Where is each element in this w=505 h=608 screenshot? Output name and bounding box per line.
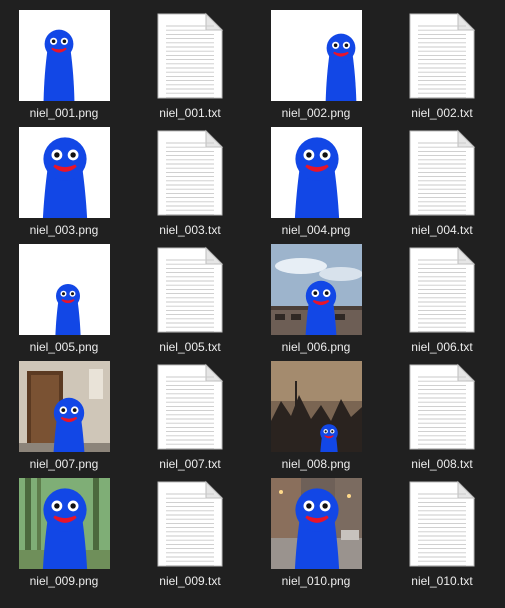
file-name-label: niel_009.txt xyxy=(159,574,221,588)
document-icon xyxy=(397,478,488,569)
image-file-item[interactable]: niel_006.png xyxy=(253,238,379,355)
image-file-item[interactable]: niel_007.png xyxy=(1,355,127,472)
text-file-item[interactable]: niel_010.txt xyxy=(379,472,505,589)
image-thumbnail xyxy=(18,244,110,335)
image-thumbnail xyxy=(270,361,362,452)
image-file-item[interactable]: niel_003.png xyxy=(1,121,127,238)
document-icon xyxy=(397,10,488,101)
file-name-label: niel_006.png xyxy=(281,340,351,354)
file-name-label: niel_007.png xyxy=(29,457,99,471)
document-icon xyxy=(145,478,236,569)
document-icon xyxy=(397,361,488,452)
file-name-label: niel_005.png xyxy=(29,340,99,354)
image-thumbnail xyxy=(270,127,362,218)
document-icon xyxy=(145,244,236,335)
text-file-item[interactable]: niel_003.txt xyxy=(127,121,253,238)
file-name-label: niel_003.txt xyxy=(159,223,221,237)
file-name-label: niel_001.txt xyxy=(159,106,221,120)
document-icon xyxy=(145,127,236,218)
file-name-label: niel_009.png xyxy=(29,574,99,588)
text-file-item[interactable]: niel_001.txt xyxy=(127,4,253,121)
file-name-label: niel_002.png xyxy=(281,106,351,120)
file-name-label: niel_008.txt xyxy=(411,457,473,471)
file-name-label: niel_002.txt xyxy=(411,106,473,120)
text-file-item[interactable]: niel_002.txt xyxy=(379,4,505,121)
file-name-label: niel_010.txt xyxy=(411,574,473,588)
file-name-label: niel_008.png xyxy=(281,457,351,471)
text-file-item[interactable]: niel_006.txt xyxy=(379,238,505,355)
file-name-label: niel_010.png xyxy=(281,574,351,588)
text-file-item[interactable]: niel_005.txt xyxy=(127,238,253,355)
file-name-label: niel_004.png xyxy=(281,223,351,237)
image-thumbnail xyxy=(270,244,362,335)
file-name-label: niel_006.txt xyxy=(411,340,473,354)
document-icon xyxy=(145,361,236,452)
document-icon xyxy=(397,244,488,335)
file-name-label: niel_004.txt xyxy=(411,223,473,237)
file-name-label: niel_005.txt xyxy=(159,340,221,354)
text-file-item[interactable]: niel_009.txt xyxy=(127,472,253,589)
image-file-item[interactable]: niel_001.png xyxy=(1,4,127,121)
document-icon xyxy=(397,127,488,218)
file-name-label: niel_007.txt xyxy=(159,457,221,471)
image-file-item[interactable]: niel_005.png xyxy=(1,238,127,355)
image-thumbnail xyxy=(270,478,362,569)
document-icon xyxy=(145,10,236,101)
image-file-item[interactable]: niel_004.png xyxy=(253,121,379,238)
text-file-item[interactable]: niel_004.txt xyxy=(379,121,505,238)
image-thumbnail xyxy=(18,478,110,569)
text-file-item[interactable]: niel_008.txt xyxy=(379,355,505,472)
image-thumbnail xyxy=(18,361,110,452)
image-file-item[interactable]: niel_002.png xyxy=(253,4,379,121)
text-file-item[interactable]: niel_007.txt xyxy=(127,355,253,472)
image-file-item[interactable]: niel_010.png xyxy=(253,472,379,589)
file-grid: niel_001.png niel_001.txt niel_002.png n… xyxy=(0,0,505,608)
image-file-item[interactable]: niel_009.png xyxy=(1,472,127,589)
file-name-label: niel_001.png xyxy=(29,106,99,120)
file-name-label: niel_003.png xyxy=(29,223,99,237)
image-thumbnail xyxy=(18,10,110,101)
image-thumbnail xyxy=(18,127,110,218)
image-thumbnail xyxy=(270,10,362,101)
image-file-item[interactable]: niel_008.png xyxy=(253,355,379,472)
